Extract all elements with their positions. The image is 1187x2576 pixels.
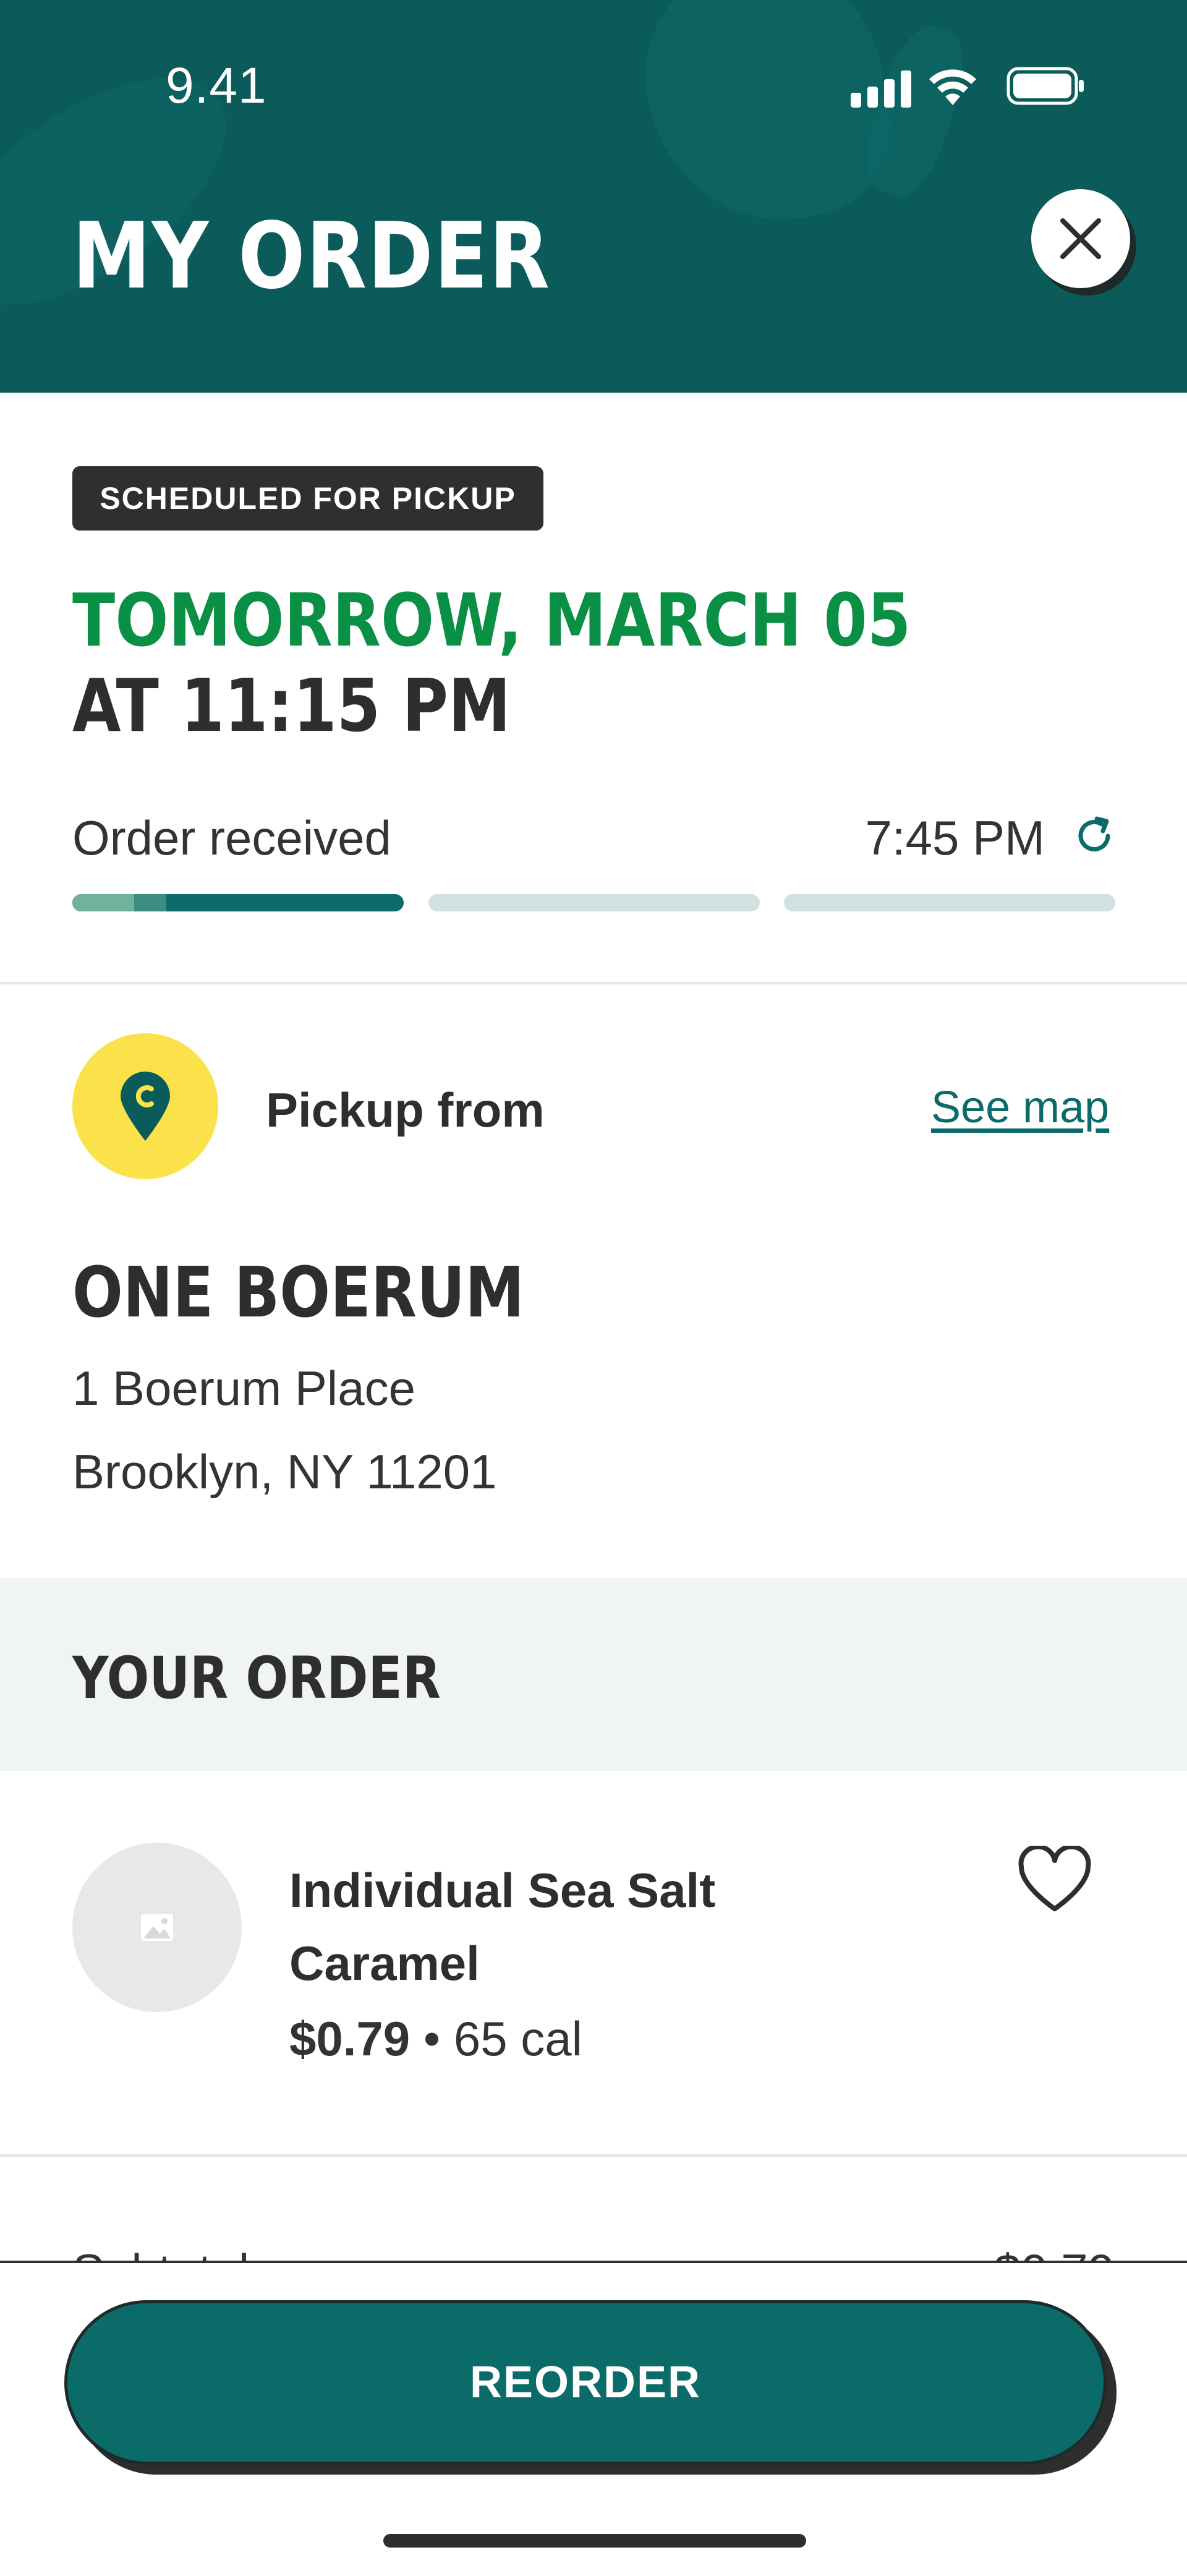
- progress-status-label: Order received: [72, 811, 391, 865]
- signal-icon: [851, 68, 911, 108]
- page-title: MY ORDER: [72, 203, 551, 309]
- item-price: $0.79: [289, 2011, 411, 2066]
- close-button[interactable]: [1031, 189, 1130, 288]
- address-line-1: 1 Boerum Place: [72, 1361, 415, 1415]
- header: 9.41 MY ORDER: [0, 0, 1187, 393]
- item-thumbnail: [72, 1843, 242, 2012]
- progress-step-3: [784, 894, 1115, 911]
- item-calories: 65 cal: [453, 2011, 582, 2066]
- wifi-icon: [929, 69, 976, 105]
- home-indicator[interactable]: [383, 2534, 806, 2548]
- item-price-line: $0.79 • 65 cal: [289, 2011, 582, 2067]
- divider: [0, 2154, 1187, 2157]
- refresh-icon[interactable]: [1070, 811, 1119, 861]
- item-separator: •: [410, 2011, 454, 2066]
- pickup-time: AT 11:15 PM: [72, 663, 511, 748]
- progress-step-2: [428, 894, 760, 911]
- battery-icon: [1006, 67, 1084, 105]
- item-name[interactable]: Individual Sea Salt Caramel: [289, 1854, 796, 2000]
- see-map-link[interactable]: See map: [931, 1082, 1109, 1133]
- progress-step-1: [72, 894, 404, 911]
- section-title: YOUR ORDER: [72, 1645, 441, 1712]
- close-icon: [1060, 218, 1101, 259]
- status-badge: SCHEDULED FOR PICKUP: [72, 466, 543, 531]
- location-badge: [72, 1033, 218, 1179]
- address-line-2: Brooklyn, NY 11201: [72, 1444, 497, 1499]
- store-name: ONE BOERUM: [72, 1253, 525, 1333]
- reorder-button[interactable]: REORDER: [64, 2300, 1107, 2465]
- divider: [0, 982, 1187, 984]
- pickup-from-label: Pickup from: [266, 1083, 545, 1137]
- location-pin-icon: [121, 1072, 170, 1141]
- progress-time: 7:45 PM: [865, 811, 1045, 865]
- pickup-date: TOMORROW, MARCH 05: [72, 578, 911, 663]
- image-placeholder-icon: [141, 1914, 173, 1941]
- status-time: 9.41: [166, 58, 267, 114]
- heart-icon[interactable]: [1016, 1846, 1093, 1914]
